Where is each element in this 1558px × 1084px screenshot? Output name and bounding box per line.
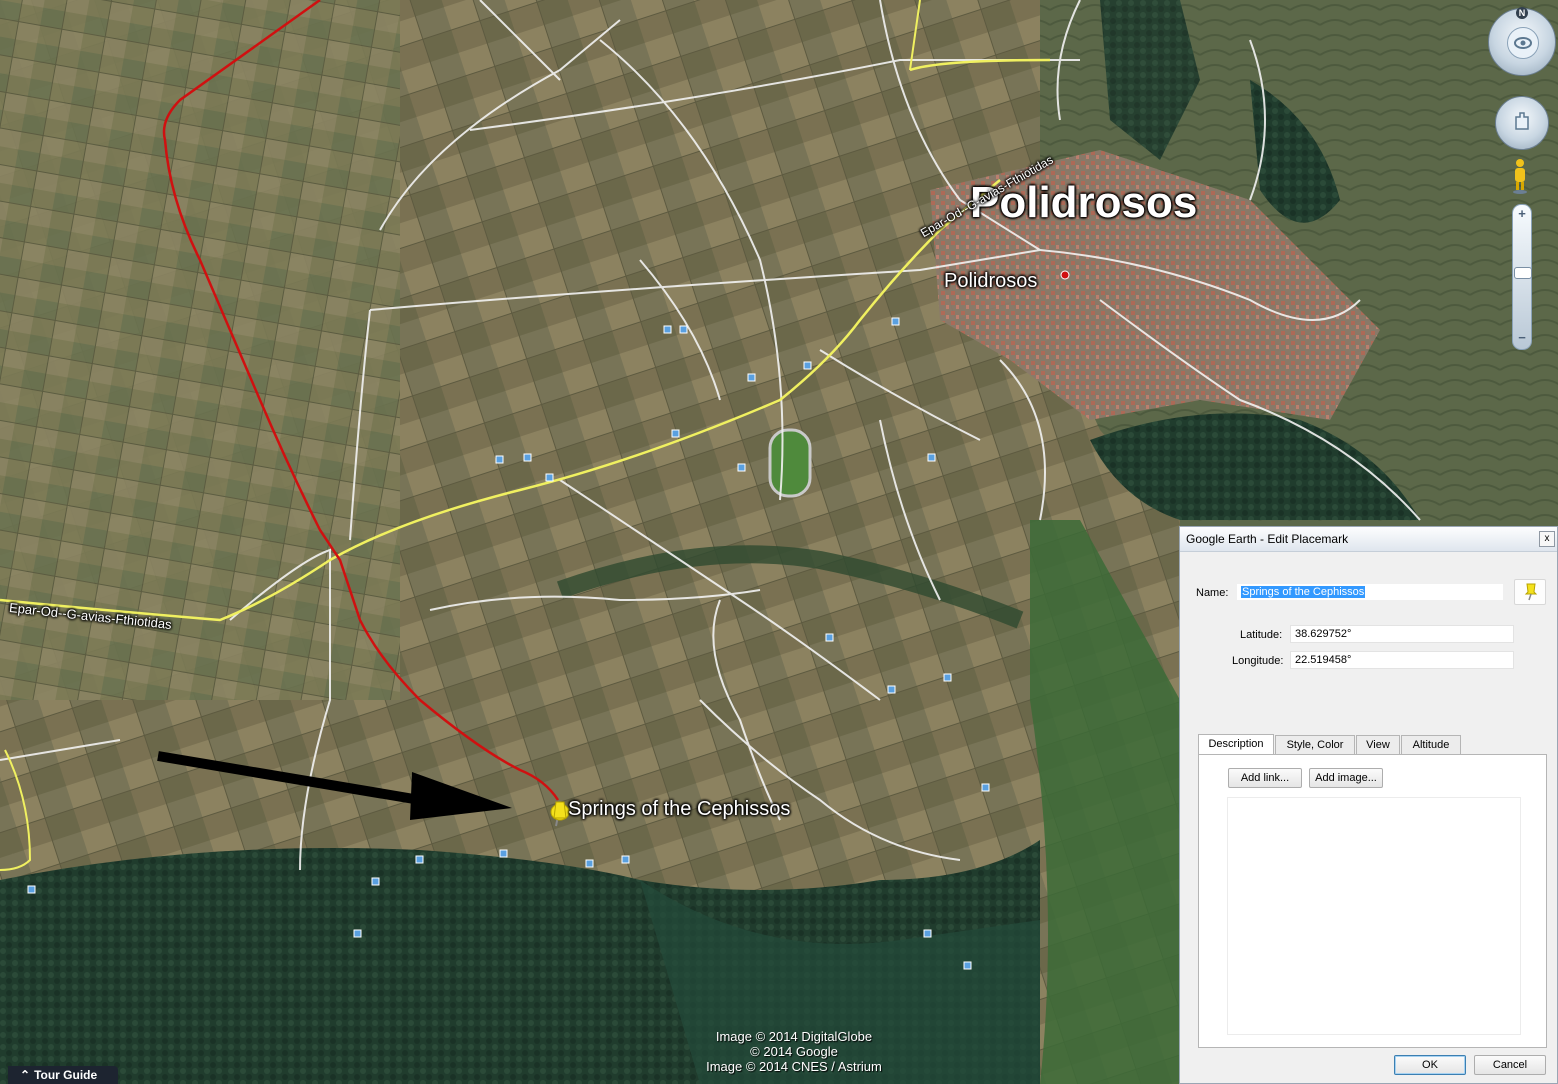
- add-image-button[interactable]: Add image...: [1309, 768, 1383, 788]
- tour-guide-label: Tour Guide: [34, 1068, 98, 1082]
- tour-guide-button[interactable]: ⌃ Tour Guide: [8, 1066, 118, 1084]
- add-link-button[interactable]: Add link...: [1228, 768, 1302, 788]
- navigation-controls: N + −: [1486, 0, 1558, 360]
- dialog-titlebar[interactable]: Google Earth - Edit Placemark x: [1180, 527, 1557, 552]
- dialog-title: Google Earth - Edit Placemark: [1186, 532, 1349, 546]
- latitude-label: Latitude:: [1240, 629, 1283, 641]
- tab-style-color[interactable]: Style, Color: [1275, 735, 1355, 754]
- zoom-slider-thumb[interactable]: [1514, 267, 1532, 279]
- description-panel: Add link... Add image...: [1198, 754, 1547, 1048]
- compass-icon[interactable]: N: [1488, 7, 1556, 76]
- tab-altitude[interactable]: Altitude: [1401, 735, 1461, 754]
- chevron-up-icon: ⌃: [20, 1068, 31, 1082]
- tab-description[interactable]: Description: [1198, 734, 1274, 755]
- longitude-label: Longitude:: [1232, 655, 1284, 667]
- zoom-in-button[interactable]: +: [1515, 207, 1529, 221]
- zoom-slider-icon[interactable]: + −: [1512, 204, 1532, 350]
- edit-placemark-dialog: Google Earth - Edit Placemark x Name: Sp…: [1179, 526, 1558, 1084]
- description-textarea[interactable]: [1227, 797, 1521, 1035]
- move-hand-icon[interactable]: [1495, 96, 1549, 150]
- longitude-field[interactable]: 22.519458°: [1290, 651, 1514, 669]
- cancel-button[interactable]: Cancel: [1474, 1055, 1546, 1075]
- placemark-icon-button[interactable]: [1514, 579, 1546, 605]
- zoom-out-button[interactable]: −: [1515, 331, 1529, 345]
- name-field-value: Springs of the Cephissos: [1241, 586, 1366, 598]
- ok-button[interactable]: OK: [1394, 1055, 1466, 1075]
- tab-view[interactable]: View: [1356, 735, 1400, 754]
- placemark-label[interactable]: Springs of the Cephissos: [568, 798, 790, 821]
- town-label-small[interactable]: Polidrosos: [944, 270, 1037, 293]
- north-indicator[interactable]: N: [1516, 7, 1528, 19]
- name-field[interactable]: Springs of the Cephissos: [1236, 583, 1504, 601]
- latitude-field[interactable]: 38.629752°: [1290, 625, 1514, 643]
- close-button[interactable]: x: [1539, 531, 1555, 547]
- pegman-icon[interactable]: [1510, 158, 1530, 194]
- name-label: Name:: [1196, 587, 1229, 599]
- yellow-pushpin-icon: [1524, 583, 1538, 601]
- look-eye-icon[interactable]: [1507, 27, 1539, 59]
